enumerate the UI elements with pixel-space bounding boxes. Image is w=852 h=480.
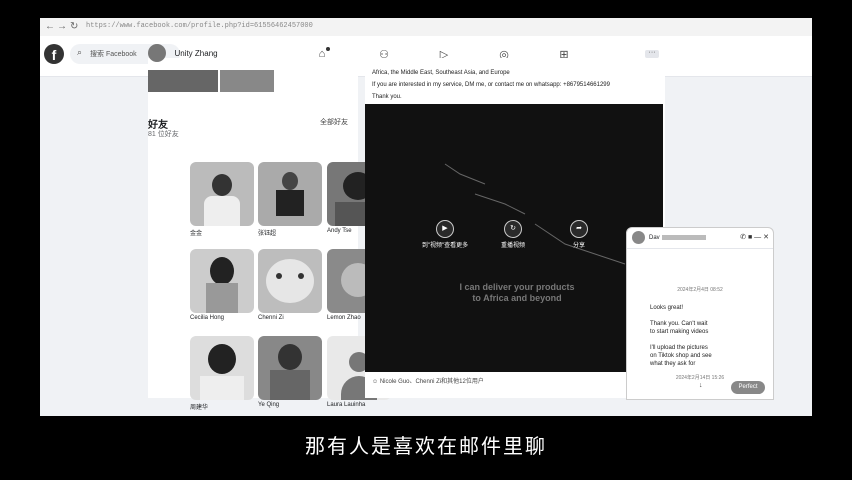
- photo-thumb[interactable]: [148, 70, 218, 92]
- chat-window: Dav ✆ ■ — ✕ 2024年2月4日 08:52 Looks great!…: [626, 227, 774, 400]
- avatar[interactable]: [632, 231, 645, 244]
- chat-controls: ✆ ■ — ✕: [740, 233, 769, 241]
- replay-button[interactable]: ↻ 重播视频: [489, 220, 537, 250]
- search-icon: ⌕: [77, 47, 83, 57]
- back-icon[interactable]: ←: [45, 21, 55, 32]
- chat-header[interactable]: Dav ✆ ■ — ✕: [627, 228, 773, 249]
- chat-date: 2024年2月14日 15:26: [675, 375, 725, 381]
- post-line: Africa, the Middle East, Southeast Asia,…: [372, 70, 510, 76]
- profile-header[interactable]: Unity Zhang: [148, 44, 218, 66]
- chat-message: Thank you. Can't wait to start making vi…: [650, 321, 709, 335]
- see-all-friends-link[interactable]: 全部好友: [320, 117, 348, 127]
- share-label: 分享: [572, 243, 585, 249]
- reactions-summary[interactable]: ☺ Nicole Guo、Chenni Zi和其他12位用户: [372, 376, 484, 385]
- notification-dot: [326, 47, 330, 51]
- friend-name[interactable]: Chenni Zi: [258, 315, 322, 321]
- url-text[interactable]: https://www.facebook.com/profile.php?id=…: [86, 22, 313, 30]
- reload-icon[interactable]: ↻: [70, 21, 78, 32]
- redacted-name: [661, 235, 706, 240]
- facebook-logo[interactable]: f: [44, 44, 64, 64]
- video-icon: ▶: [436, 220, 454, 238]
- friend-card[interactable]: 周建华: [190, 336, 254, 411]
- post-line: If you are interested in my service, DM …: [372, 82, 610, 88]
- close-icon[interactable]: ✕: [763, 234, 769, 241]
- friend-card[interactable]: 金金: [190, 162, 254, 237]
- chat-date: 2024年2月4日 08:52: [677, 287, 723, 293]
- friend-photo[interactable]: [190, 162, 254, 226]
- friend-card[interactable]: Ye Qing: [258, 336, 322, 408]
- more-options-icon[interactable]: ···: [645, 49, 659, 58]
- phone-icon[interactable]: ✆: [740, 234, 746, 241]
- post-text: Africa, the Middle East, Southeast Asia,…: [372, 67, 610, 103]
- photos-strip: [148, 70, 308, 92]
- chat-message: I'll upload the pictures on Tiktok shop …: [650, 345, 712, 367]
- avatar[interactable]: [148, 44, 166, 62]
- go-to-video-label: 到"视频"查看更多: [421, 243, 469, 249]
- share-icon: ➦: [570, 220, 588, 238]
- friend-card[interactable]: Chenni Zi: [258, 249, 322, 321]
- friend-photo[interactable]: [190, 249, 254, 313]
- friend-photo[interactable]: [190, 336, 254, 400]
- search-placeholder: 搜索 Facebook: [90, 51, 137, 58]
- share-button[interactable]: ➦ 分享: [555, 220, 603, 250]
- profile-name[interactable]: Unity Zhang: [174, 49, 217, 58]
- friend-card[interactable]: 张钰超: [258, 162, 322, 237]
- friend-photo[interactable]: [258, 162, 322, 226]
- friend-card[interactable]: Cecilia Hong: [190, 249, 254, 321]
- post-line: Thank you.: [372, 94, 402, 100]
- video-call-icon[interactable]: ■: [748, 234, 752, 241]
- friend-name[interactable]: Cecilia Hong: [190, 315, 254, 321]
- chat-contact-name[interactable]: Dav: [649, 235, 706, 241]
- reactions-text[interactable]: Nicole Guo、Chenni Zi和其他12位用户: [380, 379, 484, 385]
- replay-icon: ↻: [504, 220, 522, 238]
- browser-url-bar[interactable]: ← → ↻ https://www.facebook.com/profile.p…: [40, 18, 812, 37]
- video-caption: I can deliver your products to Africa an…: [459, 282, 575, 303]
- chat-message: Looks great!: [650, 305, 684, 311]
- chat-message-bubble: Perfect: [731, 381, 765, 394]
- photo-thumb[interactable]: [220, 70, 274, 92]
- friend-name[interactable]: Ye Qing: [258, 402, 322, 408]
- go-to-video-button[interactable]: ▶ 到"视频"查看更多: [421, 220, 469, 250]
- video-subtitle: 那有人是喜欢在邮件里聊: [305, 434, 547, 458]
- replay-label: 重播视频: [500, 243, 525, 249]
- friend-photo[interactable]: [258, 336, 322, 400]
- forward-icon[interactable]: →: [57, 21, 67, 32]
- video-player[interactable]: ▶ 到"视频"查看更多 ↻ 重播视频 ➦ 分享 I can deliver yo…: [365, 104, 663, 372]
- friend-name[interactable]: 金金: [190, 228, 254, 237]
- friend-name[interactable]: Laura Lauinha: [327, 402, 391, 408]
- friends-count: 81 位好友: [148, 131, 179, 138]
- friend-name[interactable]: 周建华: [190, 402, 254, 411]
- like-icon: ☺: [372, 379, 379, 385]
- minimize-icon[interactable]: —: [754, 234, 761, 241]
- friend-name[interactable]: 张钰超: [258, 228, 322, 237]
- friend-photo[interactable]: [258, 249, 322, 313]
- scroll-down-icon[interactable]: ↓: [699, 382, 703, 389]
